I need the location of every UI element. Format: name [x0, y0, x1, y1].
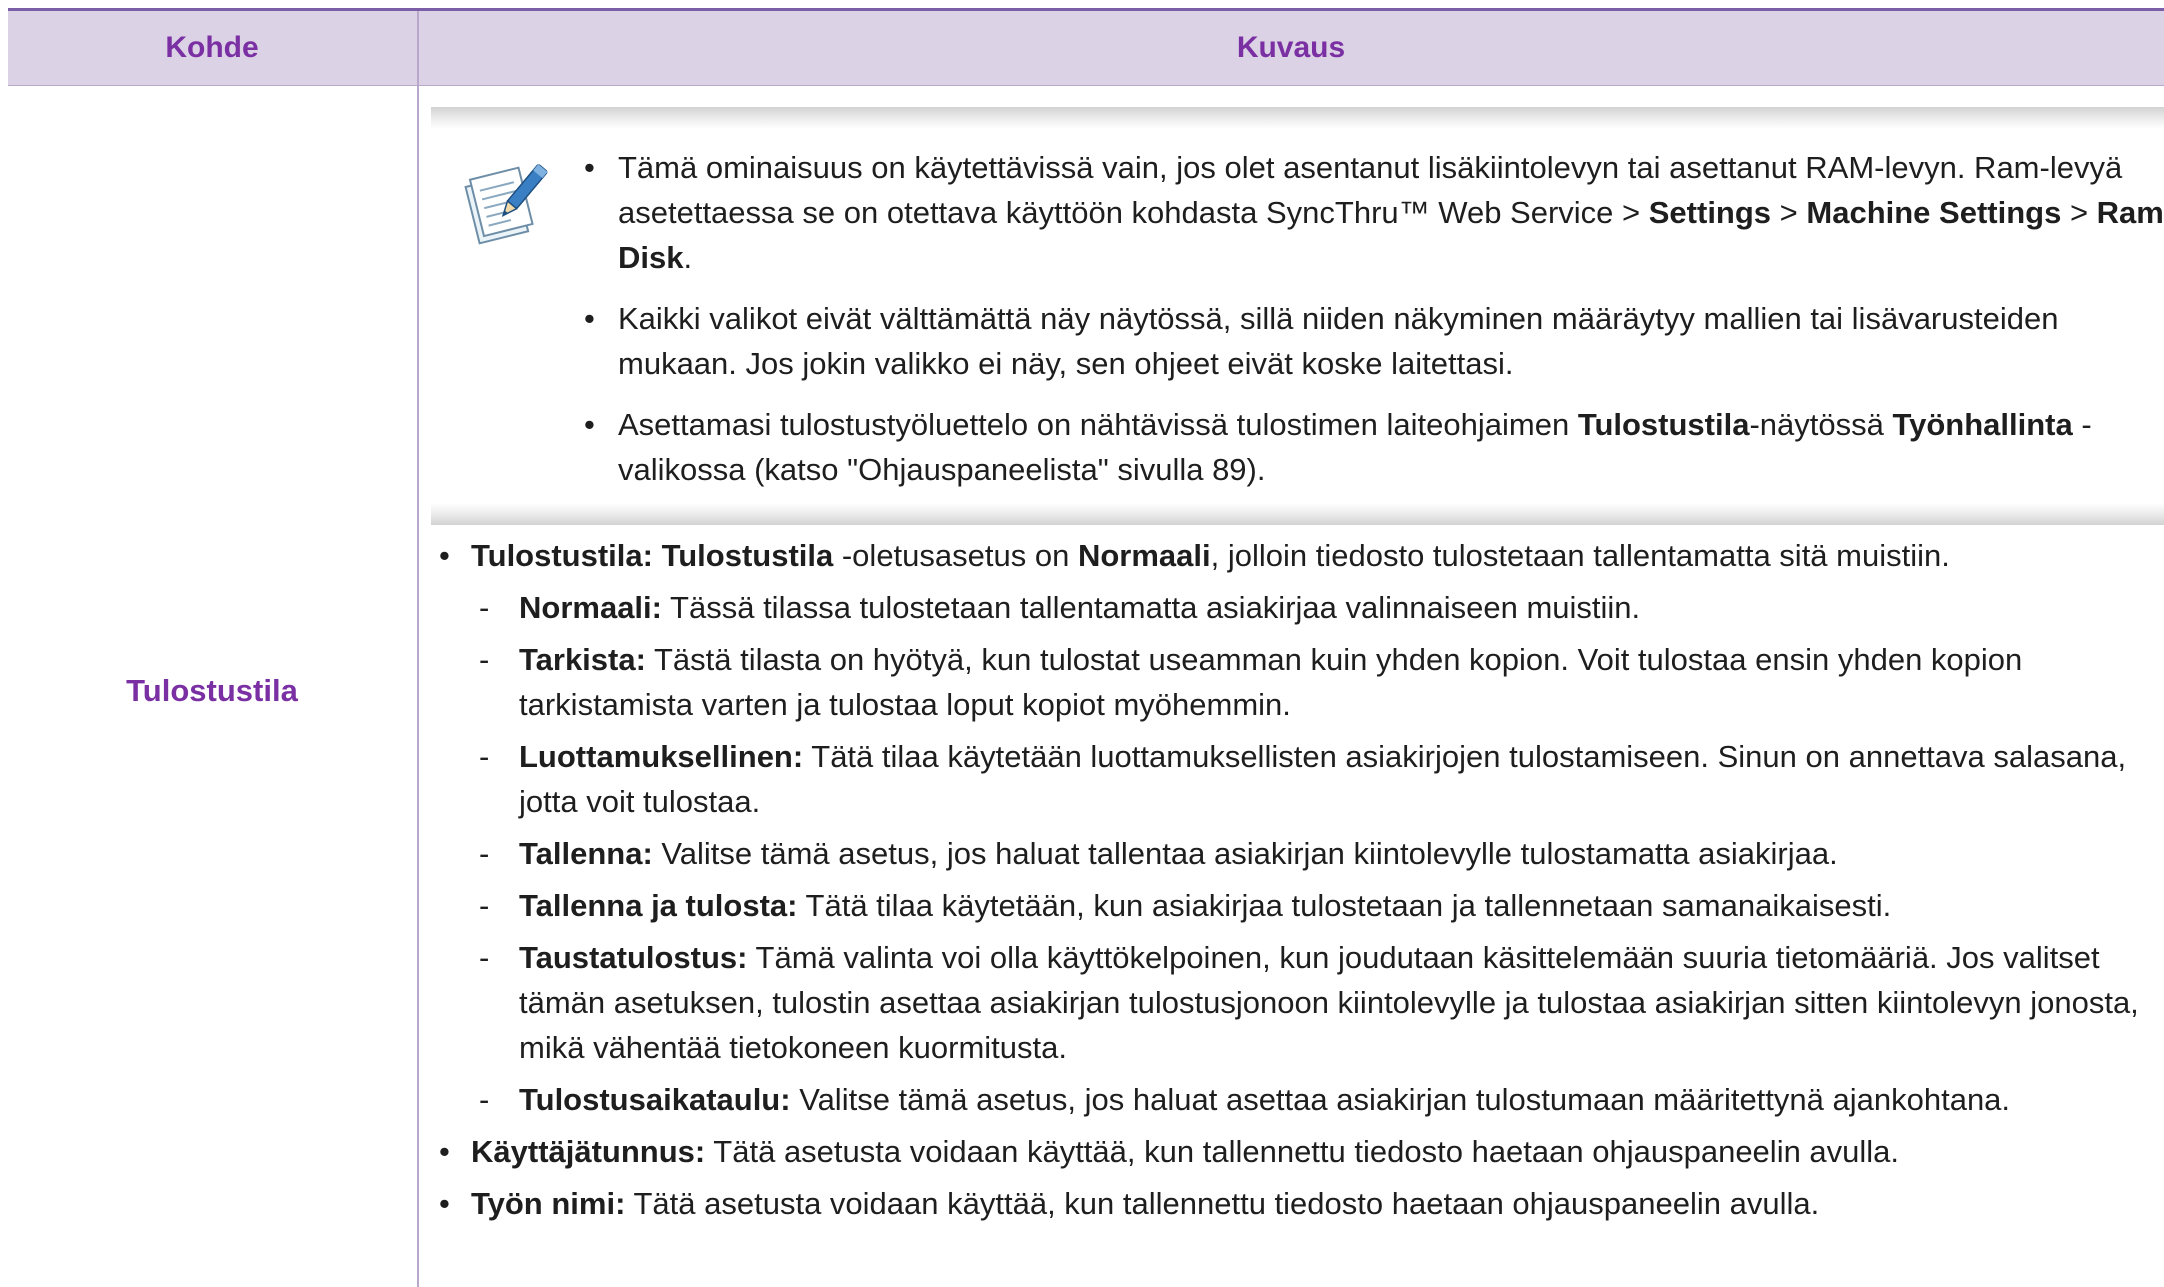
bullet: •: [439, 538, 450, 573]
table-header: Kohde Kuvaus: [8, 11, 2164, 86]
list-item-job-name: • Työn nimi: Tätä asetusta voidaan käytt…: [431, 1181, 2164, 1226]
dash: -: [479, 940, 490, 975]
dash: -: [479, 739, 490, 774]
sub-item-store: - Tallenna: Valitse tämä asetus, jos hal…: [431, 831, 2164, 876]
sub-item-confidential: - Luottamuksellinen: Tätä tilaa käytetää…: [431, 734, 2164, 824]
bullet: •: [584, 301, 595, 336]
column-header-item: Kohde: [165, 31, 259, 64]
sub-item-spool: - Taustatulostus: Tämä valinta voi olla …: [431, 935, 2164, 1070]
note-bottom-bar: [431, 503, 2164, 525]
sub-item-print-schedule: - Tulostusaikataulu: Valitse tämä asetus…: [431, 1077, 2164, 1122]
note-item: • Kaikki valikot eivät välttämättä näy n…: [584, 296, 2164, 386]
sub-item-proof: - Tarkista: Tästä tilasta on hyötyä, kun…: [431, 637, 2164, 727]
bullet: •: [584, 150, 595, 185]
list-item-user-id: • Käyttäjätunnus: Tätä asetusta voidaan …: [431, 1129, 2164, 1174]
bullet: •: [439, 1134, 450, 1169]
dash: -: [479, 590, 490, 625]
sub-item-store-and-print: - Tallenna ja tulosta: Tätä tilaa käytet…: [431, 883, 2164, 928]
list-item-print-mode: • Tulostustila: Tulostustila -oletusaset…: [431, 533, 2164, 578]
note-pencil-icon: [461, 155, 551, 245]
row-label: Tulostustila: [126, 673, 298, 708]
dash: -: [479, 1082, 490, 1117]
note-box: • Tämä ominaisuus on käytettävissä vain,…: [431, 107, 2164, 525]
note-top-bar: [431, 107, 2164, 129]
column-divider: [417, 11, 419, 1287]
dash: -: [479, 836, 490, 871]
description-list: • Tulostustila: Tulostustila -oletusaset…: [431, 533, 2164, 1233]
note-item: • Tämä ominaisuus on käytettävissä vain,…: [584, 145, 2164, 280]
dash: -: [479, 642, 490, 677]
note-list: • Tämä ominaisuus on käytettävissä vain,…: [584, 145, 2164, 508]
sub-item-normal: - Normaali: Tässä tilassa tulostetaan ta…: [431, 585, 2164, 630]
bullet: •: [584, 407, 595, 442]
bullet: •: [439, 1186, 450, 1221]
note-item: • Asettamasi tulostustyöluettelo on näht…: [584, 402, 2164, 492]
settings-table: Kohde Kuvaus Tulostustila • Tämä ominais…: [8, 8, 2164, 1287]
column-header-description: Kuvaus: [1236, 31, 1346, 64]
dash: -: [479, 888, 490, 923]
